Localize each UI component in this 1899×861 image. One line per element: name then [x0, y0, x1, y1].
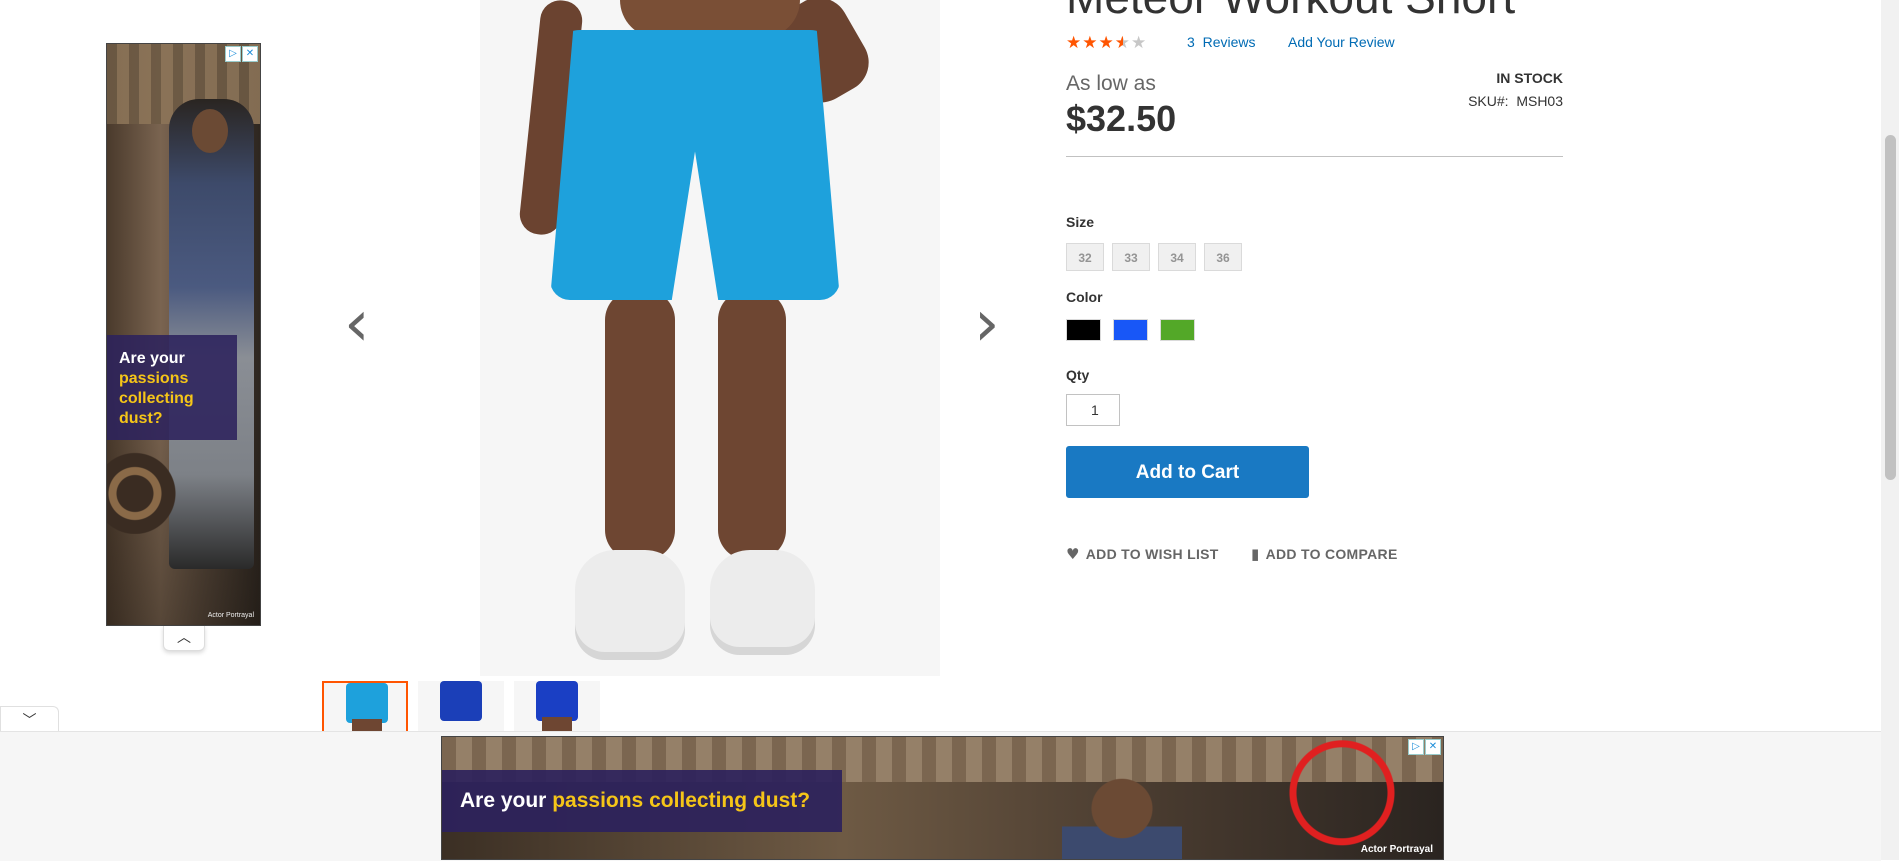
color-option-blue[interactable]	[1113, 319, 1148, 341]
side-ad-portrayal-note: Actor Portrayal	[207, 612, 254, 619]
collapse-ad-button[interactable]: ︿	[163, 626, 205, 651]
chevron-up-icon: ︿	[177, 629, 191, 645]
thumbnail-2[interactable]	[418, 681, 504, 731]
add-to-compare-link[interactable]: ▮ Add to Compare	[1251, 545, 1398, 563]
star-empty-icon: ★	[1131, 33, 1148, 53]
scrollbar-thumb[interactable]	[1885, 135, 1896, 480]
star-icon: ★	[1098, 33, 1115, 53]
gallery-thumbnails	[322, 681, 600, 731]
color-option-green[interactable]	[1160, 319, 1195, 341]
adchoices-icon[interactable]: ▷	[1408, 739, 1424, 755]
anchor-ad-person-image	[1062, 777, 1182, 859]
close-icon[interactable]: ✕	[242, 46, 258, 62]
stock-status: In stock	[1496, 70, 1563, 86]
price-prefix: As low as	[1066, 72, 1156, 95]
product-shorts	[550, 30, 840, 300]
chevron-left-icon: ‹	[344, 287, 370, 361]
chevron-right-icon: ›	[974, 287, 1000, 361]
product-main-image[interactable]	[480, 0, 940, 676]
anchor-ad-headline: Are your passions collecting dust?	[442, 770, 842, 832]
star-half-icon: ★	[1114, 33, 1131, 53]
size-option-36[interactable]: 36	[1204, 243, 1242, 271]
size-option-33[interactable]: 33	[1112, 243, 1150, 271]
qty-input[interactable]: 1	[1066, 394, 1120, 426]
side-ad-headline: Are your passions collecting dust?	[107, 335, 237, 440]
anchor-advertisement[interactable]: Are your passions collecting dust? Actor…	[441, 736, 1444, 860]
rating-stars: ★ ★ ★ ★ ★	[1066, 33, 1147, 53]
gallery-prev-button[interactable]: ‹	[344, 292, 370, 356]
add-review-link[interactable]: Add Your Review	[1288, 34, 1395, 50]
page-scrollbar[interactable]	[1881, 0, 1899, 860]
adchoices-icon[interactable]: ▷	[225, 46, 241, 62]
anchor-ad-portrayal-note: Actor Portrayal	[1360, 844, 1433, 855]
color-label: Color	[1066, 289, 1103, 305]
model-left-shoe	[575, 550, 685, 660]
chevron-down-icon: ﹀	[22, 712, 37, 728]
thumbnail-image	[440, 681, 482, 721]
thumbnail-image	[536, 681, 578, 721]
side-advertisement[interactable]: Are your passions collecting dust? Actor…	[106, 43, 261, 626]
add-to-cart-button[interactable]: Add to Cart	[1066, 446, 1309, 498]
close-icon[interactable]: ✕	[1425, 739, 1441, 755]
star-icon: ★	[1066, 33, 1083, 53]
size-option-32[interactable]: 32	[1066, 243, 1104, 271]
size-swatches: 32 33 34 36	[1066, 243, 1242, 271]
ad-choices[interactable]: ▷ ✕	[225, 46, 258, 62]
thumbnail-legs	[542, 717, 572, 731]
size-option-34[interactable]: 34	[1158, 243, 1196, 271]
thumbnail-image	[346, 683, 388, 723]
info-divider	[1066, 156, 1563, 157]
star-icon: ★	[1082, 33, 1099, 53]
product-sku: SKU#: MSH03	[1468, 93, 1563, 109]
bar-chart-icon: ▮	[1251, 545, 1260, 563]
color-option-black[interactable]	[1066, 319, 1101, 341]
add-to-wishlist-link[interactable]: ♥ Add to Wish List	[1066, 545, 1219, 563]
thumbnail-legs	[352, 719, 382, 731]
model-right-leg	[718, 290, 786, 560]
size-label: Size	[1066, 214, 1095, 230]
qty-label: Qty	[1066, 367, 1090, 383]
product-rating: ★ ★ ★ ★ ★	[1066, 33, 1147, 53]
color-swatches	[1066, 319, 1195, 341]
heart-icon: ♥	[1066, 545, 1080, 563]
anchor-ad-toggle[interactable]: ﹀	[0, 706, 59, 733]
product-title: Meteor Workout Short	[1066, 0, 1515, 24]
anchor-ad-bicycle-image	[1232, 737, 1443, 859]
model-right-shoe	[710, 550, 815, 655]
ad-choices[interactable]: ▷ ✕	[1408, 739, 1441, 755]
thumbnail-3[interactable]	[514, 681, 600, 731]
thumbnail-1[interactable]	[322, 681, 408, 731]
ad-motorbike-image	[107, 444, 177, 534]
product-price: $32.50	[1066, 98, 1177, 139]
reviews-link[interactable]: 3 Reviews	[1187, 34, 1255, 50]
gallery-next-button[interactable]: ›	[974, 292, 1000, 356]
ad-person-head	[192, 109, 228, 153]
ad-person-image	[169, 99, 254, 569]
model-left-leg	[605, 290, 675, 560]
